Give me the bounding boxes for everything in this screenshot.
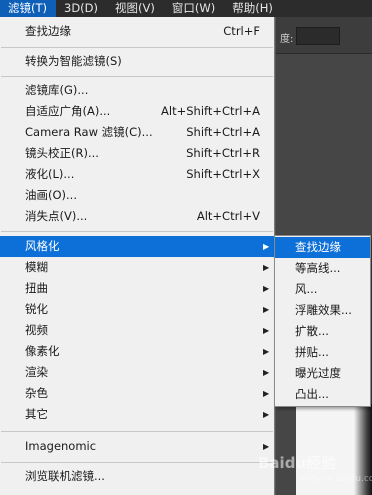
- submenu-item-wind[interactable]: 风...: [275, 279, 370, 300]
- menu-item-label: 其它: [25, 407, 48, 421]
- menu-item-label: 渲染: [25, 365, 48, 379]
- menu-item-blur[interactable]: 模糊 ▶: [0, 257, 274, 278]
- menu-bar: 滤镜(T) 3D(D) 视图(V) 窗口(W) 帮助(H): [0, 0, 372, 17]
- menu-item-label: Imagenomic: [25, 439, 97, 453]
- watermark: Baidu经验: [258, 454, 337, 472]
- submenu-item-find-edges[interactable]: 查找边缘: [275, 237, 370, 258]
- menu-item-filter-gallery[interactable]: 滤镜库(G)...: [0, 80, 274, 101]
- submenu-arrow-icon: ▶: [263, 263, 270, 272]
- submenu-arrow-icon: ▶: [263, 368, 270, 377]
- submenu-arrow-icon: ▶: [263, 242, 270, 251]
- submenu-arrow-icon: ▶: [263, 389, 270, 398]
- menu-item-label: Camera Raw 滤镜(C)...: [25, 125, 153, 139]
- menu-item-liquify[interactable]: 液化(L)... Shift+Ctrl+X: [0, 164, 274, 185]
- menu-item-label: 扭曲: [25, 281, 48, 295]
- menu-item-browse-online-filters[interactable]: 浏览联机滤镜...: [0, 466, 274, 487]
- stylize-submenu: 查找边缘 等高线... 风... 浮雕效果... 扩散... 拼贴... 曝光过…: [274, 235, 371, 407]
- menu-item-label: 查找边缘: [25, 24, 71, 38]
- menu-item-render[interactable]: 渲染 ▶: [0, 362, 274, 383]
- submenu-item-diffuse[interactable]: 扩散...: [275, 321, 370, 342]
- menu-item-label: 杂色: [25, 386, 48, 400]
- menu-item-distort[interactable]: 扭曲 ▶: [0, 278, 274, 299]
- menu-separator: [1, 431, 273, 432]
- options-label: 度:: [280, 34, 294, 45]
- submenu-item-label: 等高线...: [295, 261, 341, 275]
- submenu-arrow-icon: ▶: [263, 410, 270, 419]
- menu-item-oil-paint[interactable]: 油画(O)...: [0, 185, 274, 206]
- submenu-arrow-icon: ▶: [263, 347, 270, 356]
- options-value-field[interactable]: [296, 27, 340, 45]
- menu-item-noise[interactable]: 杂色 ▶: [0, 383, 274, 404]
- menu-item-label: 消失点(V)...: [25, 209, 88, 223]
- menu-item-stylize[interactable]: 风格化 ▶: [0, 236, 274, 257]
- menu-item-label: 模糊: [25, 260, 48, 274]
- menu-item-label: 浏览联机滤镜...: [25, 469, 105, 483]
- menu-item-shortcut: Shift+Ctrl+A: [186, 125, 260, 139]
- submenu-item-contour[interactable]: 等高线...: [275, 258, 370, 279]
- menu-item-video[interactable]: 视频 ▶: [0, 320, 274, 341]
- menu-item-pixelate[interactable]: 像素化 ▶: [0, 341, 274, 362]
- menu-item-label: 镜头校正(R)...: [25, 146, 99, 160]
- menu-item-find-edges[interactable]: 查找边缘 Ctrl+F: [0, 21, 274, 42]
- menu-3d[interactable]: 3D(D): [56, 0, 107, 17]
- submenu-item-emboss[interactable]: 浮雕效果...: [275, 300, 370, 321]
- menu-item-shortcut: Alt+Ctrl+V: [196, 209, 260, 223]
- submenu-item-tiles[interactable]: 拼贴...: [275, 342, 370, 363]
- submenu-item-label: 扩散...: [295, 324, 329, 338]
- menu-separator: [1, 47, 273, 48]
- submenu-item-extrude[interactable]: 凸出...: [275, 384, 370, 405]
- menu-item-label: 风格化: [25, 239, 60, 253]
- menu-item-label: 像素化: [25, 344, 60, 358]
- submenu-item-solarize[interactable]: 曝光过度: [275, 363, 370, 384]
- menu-separator: [1, 462, 273, 463]
- menu-item-label: 转换为智能滤镜(S): [25, 54, 122, 68]
- menu-item-vanishing-point[interactable]: 消失点(V)... Alt+Ctrl+V: [0, 206, 274, 227]
- menu-item-shortcut: Alt+Shift+Ctrl+A: [161, 104, 260, 118]
- menu-item-shortcut: Shift+Ctrl+R: [186, 146, 260, 160]
- menu-item-adaptive-wide-angle[interactable]: 自适应广角(A)... Alt+Shift+Ctrl+A: [0, 101, 274, 122]
- options-bar: 度:: [276, 17, 372, 53]
- menu-item-shortcut: Ctrl+F: [223, 24, 260, 38]
- submenu-item-label: 凸出...: [295, 387, 329, 401]
- menu-window[interactable]: 窗口(W): [164, 0, 224, 17]
- submenu-item-label: 浮雕效果...: [295, 303, 352, 317]
- menu-item-label: 自适应广角(A)...: [25, 104, 111, 118]
- submenu-item-label: 查找边缘: [295, 240, 341, 254]
- menu-view[interactable]: 视图(V): [107, 0, 164, 17]
- menu-separator: [1, 76, 273, 77]
- menu-item-convert-smart-filter[interactable]: 转换为智能滤镜(S): [0, 51, 274, 72]
- menu-item-imagenomic[interactable]: Imagenomic ▶: [0, 436, 274, 457]
- submenu-item-label: 风...: [295, 282, 318, 296]
- watermark-url: jingyan.baidu.com: [300, 474, 372, 484]
- menu-item-label: 油画(O)...: [25, 188, 77, 202]
- submenu-item-label: 曝光过度: [295, 366, 341, 380]
- menu-item-sharpen[interactable]: 锐化 ▶: [0, 299, 274, 320]
- submenu-item-label: 拼贴...: [295, 345, 329, 359]
- submenu-arrow-icon: ▶: [263, 305, 270, 314]
- submenu-arrow-icon: ▶: [263, 326, 270, 335]
- menu-item-camera-raw[interactable]: Camera Raw 滤镜(C)... Shift+Ctrl+A: [0, 122, 274, 143]
- filter-menu: 查找边缘 Ctrl+F 转换为智能滤镜(S) 滤镜库(G)... 自适应广角(A…: [0, 17, 275, 495]
- menu-item-lens-correction[interactable]: 镜头校正(R)... Shift+Ctrl+R: [0, 143, 274, 164]
- submenu-arrow-icon: ▶: [263, 284, 270, 293]
- menu-item-label: 视频: [25, 323, 48, 337]
- menu-separator: [1, 231, 273, 232]
- menu-item-other[interactable]: 其它 ▶: [0, 404, 274, 425]
- menu-item-label: 锐化: [25, 302, 48, 316]
- menu-filter[interactable]: 滤镜(T): [0, 0, 56, 17]
- menu-item-label: 液化(L)...: [25, 167, 75, 181]
- menu-item-label: 滤镜库(G)...: [25, 83, 89, 97]
- menu-item-shortcut: Shift+Ctrl+X: [186, 167, 260, 181]
- menu-help[interactable]: 帮助(H): [224, 0, 282, 17]
